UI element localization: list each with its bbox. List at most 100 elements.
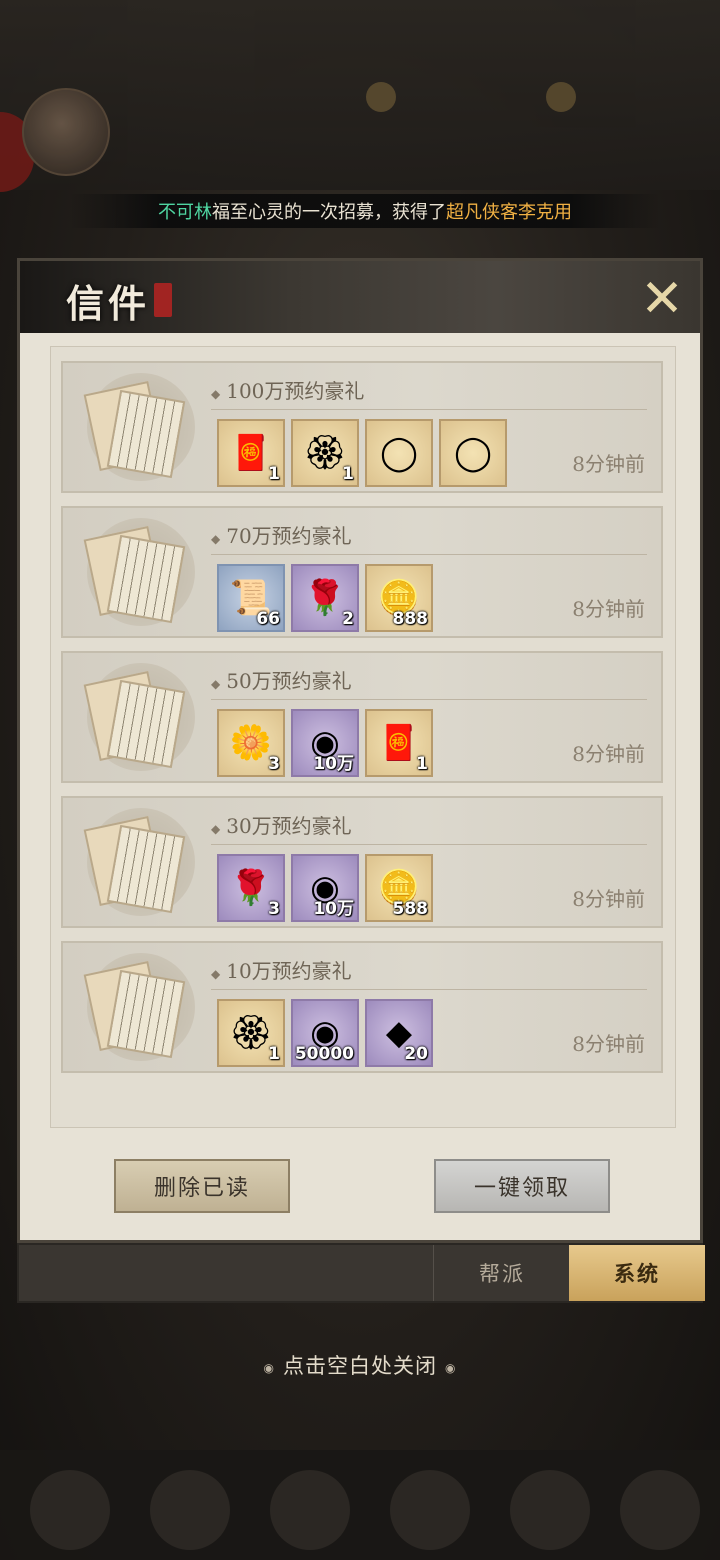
- mail-panel: 信件 ✕ ◆ 100万预约豪礼 🧧 1 🏵 1 ◯ ◯ 8分钟前 ◆ 70万预约豪礼 📜 66 🌹 2 🪙 88…: [17, 258, 703, 1243]
- mail-title-text: 30万预约豪礼: [226, 814, 352, 838]
- tab-guild[interactable]: 帮派: [433, 1245, 570, 1301]
- item-quantity: 888: [392, 609, 429, 629]
- mail-item[interactable]: ◆ 70万预约豪礼 📜 66 🌹 2 🪙 888 8分钟前: [61, 506, 663, 638]
- reward-item[interactable]: ◯: [439, 419, 507, 487]
- item-quantity: 66: [256, 609, 280, 629]
- ingot-icon: [546, 82, 576, 112]
- nav-more-icon: [620, 1470, 700, 1550]
- letter-icon: [73, 518, 195, 628]
- hint-right-ornament-icon: ◉: [445, 1360, 457, 1375]
- gold-flower-icon: 🏵: [229, 1013, 273, 1053]
- reward-items: 🏵 1 ◉ 50000 ◆ 20: [217, 999, 433, 1067]
- mail-title: ◆ 10万预约豪礼: [211, 955, 352, 984]
- tab-system[interactable]: 系统: [569, 1245, 705, 1301]
- red-token-icon: 🧧: [229, 433, 273, 473]
- divider: [211, 554, 647, 555]
- top-status-bar: [0, 0, 720, 192]
- mail-title-text: 100万预约豪礼: [226, 379, 365, 403]
- reward-item[interactable]: 🪙 888: [365, 564, 433, 632]
- purple-rose-icon: 🌹: [229, 868, 273, 908]
- reward-item[interactable]: ◯: [365, 419, 433, 487]
- diamond-bullet-icon: ◆: [211, 822, 221, 836]
- close-hint-text: 点击空白处关闭: [283, 1354, 437, 1378]
- diamond-bullet-icon: ◆: [211, 677, 221, 691]
- reward-item[interactable]: 🌹 3: [217, 854, 285, 922]
- reward-item[interactable]: ◉ 10万: [291, 854, 359, 922]
- red-seal-icon: [154, 283, 172, 317]
- item-quantity: 10万: [313, 754, 354, 774]
- diamond-bullet-icon: ◆: [211, 967, 221, 981]
- item-quantity: 588: [392, 899, 429, 919]
- mail-list[interactable]: ◆ 100万预约豪礼 🧧 1 🏵 1 ◯ ◯ 8分钟前 ◆ 70万预约豪礼 📜 66 🌹 2 🪙 888 8分钟前…: [50, 346, 676, 1128]
- announcement-reward: 超凡侠客李克用: [446, 202, 572, 223]
- reward-items: 📜 66 🌹 2 🪙 888: [217, 564, 433, 632]
- letter-icon: [73, 808, 195, 918]
- divider: [211, 699, 647, 700]
- reward-item[interactable]: 🪙 588: [365, 854, 433, 922]
- reward-item[interactable]: 🌼 3: [217, 709, 285, 777]
- item-quantity: 1: [268, 1044, 280, 1064]
- item-quantity: 3: [268, 754, 280, 774]
- hint-left-ornament-icon: ◉: [263, 1360, 275, 1375]
- nav-world-icon: [270, 1470, 350, 1550]
- mail-title: ◆ 70万预约豪礼: [211, 520, 352, 549]
- coin-icon: [366, 82, 396, 112]
- nav-hero-icon: [390, 1470, 470, 1550]
- reward-item[interactable]: 🏵 1: [217, 999, 285, 1067]
- divider: [211, 989, 647, 990]
- mail-item[interactable]: ◆ 100万预约豪礼 🧧 1 🏵 1 ◯ ◯ 8分钟前: [61, 361, 663, 493]
- avatar-frame-icon: ◯: [379, 433, 419, 473]
- mail-title-text: 10万预约豪礼: [226, 959, 352, 983]
- letter-icon: [73, 663, 195, 773]
- reward-item[interactable]: 🏵 1: [291, 419, 359, 487]
- nav-city-icon: [150, 1470, 230, 1550]
- mail-panel-title: 信件: [66, 281, 151, 326]
- mail-tab-bar: 帮派 系统: [17, 1243, 705, 1303]
- reward-item[interactable]: 📜 66: [217, 564, 285, 632]
- reward-item[interactable]: 🧧 1: [365, 709, 433, 777]
- close-hint[interactable]: ◉ 点击空白处关闭 ◉: [0, 1350, 720, 1380]
- red-token-icon: 🧧: [377, 723, 421, 763]
- letter-icon: [73, 373, 195, 483]
- mail-timestamp: 8分钟前: [572, 1032, 645, 1056]
- reward-item[interactable]: 🌹 2: [291, 564, 359, 632]
- jade-frame-icon: ◯: [453, 433, 493, 473]
- announcement-text: 福至心灵的一次招募，获得了: [212, 202, 446, 223]
- gold-rose-icon: 🌼: [229, 723, 273, 763]
- item-quantity: 10万: [313, 899, 354, 919]
- reward-item[interactable]: ◉ 10万: [291, 709, 359, 777]
- player-avatar: [22, 88, 110, 176]
- mail-item[interactable]: ◆ 50万预约豪礼 🌼 3 ◉ 10万 🧧 1 8分钟前: [61, 651, 663, 783]
- announcement-player: 不可林: [158, 202, 212, 223]
- item-quantity: 20: [404, 1044, 428, 1064]
- nav-bag-icon: [510, 1470, 590, 1550]
- mail-title: ◆ 30万预约豪礼: [211, 810, 352, 839]
- item-quantity: 3: [268, 899, 280, 919]
- delete-read-button[interactable]: 删除已读: [114, 1159, 290, 1213]
- diamond-bullet-icon: ◆: [211, 387, 221, 401]
- mail-title-text: 70万预约豪礼: [226, 524, 352, 548]
- recruit-announcement: 不可林 福至心灵的一次招募，获得了 超凡侠客李克用: [70, 194, 660, 228]
- purple-rose-icon: 🌹: [303, 578, 347, 618]
- mail-title: ◆ 100万预约豪礼: [211, 375, 364, 404]
- mail-item[interactable]: ◆ 10万预约豪礼 🏵 1 ◉ 50000 ◆ 20 8分钟前: [61, 941, 663, 1073]
- reward-item[interactable]: 🧧 1: [217, 419, 285, 487]
- reward-items: 🧧 1 🏵 1 ◯ ◯: [217, 419, 507, 487]
- divider: [211, 409, 647, 410]
- item-quantity: 50000: [294, 1044, 354, 1064]
- mail-panel-header: 信件 ✕: [20, 261, 700, 333]
- mail-timestamp: 8分钟前: [572, 452, 645, 476]
- mail-title-text: 50万预约豪礼: [226, 669, 352, 693]
- mail-timestamp: 8分钟前: [572, 597, 645, 621]
- claim-all-button[interactable]: 一键领取: [434, 1159, 610, 1213]
- item-quantity: 2: [342, 609, 354, 629]
- divider: [211, 844, 647, 845]
- mail-item[interactable]: ◆ 30万预约豪礼 🌹 3 ◉ 10万 🪙 588 8分钟前: [61, 796, 663, 928]
- mail-timestamp: 8分钟前: [572, 742, 645, 766]
- reward-item[interactable]: ◆ 20: [365, 999, 433, 1067]
- reward-item[interactable]: ◉ 50000: [291, 999, 359, 1067]
- item-quantity: 1: [268, 464, 280, 484]
- gold-flower-icon: 🏵: [303, 433, 347, 473]
- close-button[interactable]: ✕: [634, 269, 690, 329]
- mail-timestamp: 8分钟前: [572, 887, 645, 911]
